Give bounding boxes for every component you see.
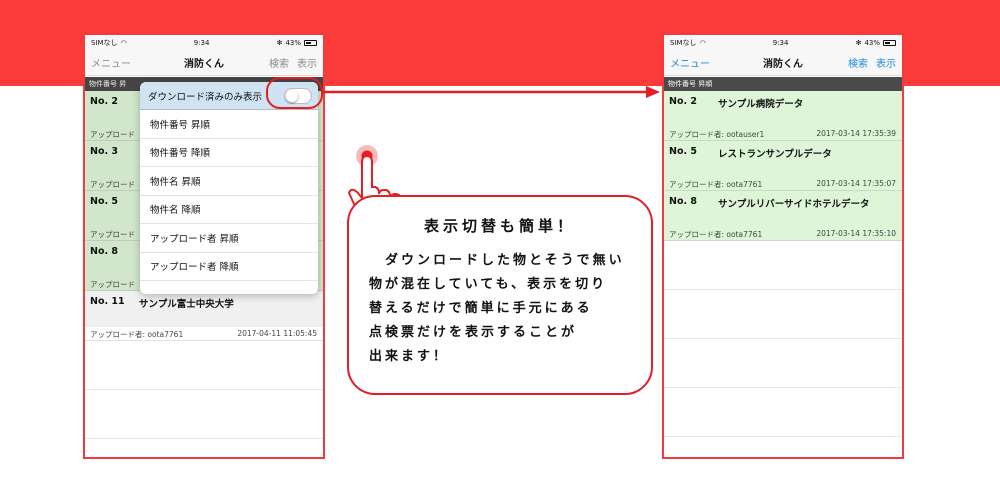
bluetooth-icon: ✻	[276, 38, 283, 47]
row-uploader: アップロード者: oota7761	[669, 180, 763, 189]
empty-row	[85, 341, 323, 390]
property-list: No. 2 サンプル病院データ アップロード者: ootauser1 2017-…	[664, 91, 902, 437]
carrier-label: SIMなし	[91, 38, 118, 47]
toggle-highlight-ring	[266, 77, 323, 109]
table-row[interactable]: No. 8 サンプルリバーサイドホテルデータ アップロード者: oota7761…	[664, 191, 902, 241]
empty-row	[664, 388, 902, 437]
status-bar: SIMなし ◠ 9:34 ✻ 43%	[85, 35, 323, 50]
row-date: 2017-03-14 17:35:10	[816, 229, 896, 238]
row-uploader: アップロード者: oota7761	[90, 330, 184, 339]
callout-line: 点検票だけを表示することが	[369, 325, 578, 340]
display-button[interactable]: 表示	[297, 55, 317, 70]
sort-option[interactable]: 物件番号 昇順	[140, 110, 318, 139]
sort-option[interactable]: 物件番号 降順	[140, 139, 318, 167]
menu-button[interactable]: メニュー	[670, 55, 710, 70]
downloaded-only-label: ダウンロード済みのみ表示	[148, 91, 263, 103]
table-row[interactable]: No. 2 サンプル病院データ アップロード者: ootauser1 2017-…	[664, 91, 902, 141]
row-number: No. 5	[669, 146, 698, 157]
wifi-icon: ◠	[120, 38, 127, 47]
search-button[interactable]: 検索	[848, 55, 868, 70]
display-options-popover: ダウンロード済みのみ表示 物件番号 昇順 物件番号 降順 物件名 昇順 物件名 …	[140, 82, 318, 294]
display-button[interactable]: 表示	[876, 55, 896, 70]
empty-row	[85, 390, 323, 439]
sort-option[interactable]: 物件名 降順	[140, 196, 318, 224]
wifi-icon: ◠	[699, 38, 706, 47]
row-number: No. 8	[669, 196, 698, 207]
battery-label: 43%	[285, 38, 301, 47]
sort-option[interactable]: 物件名 昇順	[140, 167, 318, 196]
callout-line: ダウンロードした物とそうで無い	[369, 253, 625, 268]
search-button[interactable]: 検索	[269, 55, 289, 70]
row-property-name: レストランサンプルデータ	[718, 149, 832, 160]
callout-line: 替えるだけで簡単に手元にある	[369, 301, 593, 316]
callout-body: ダウンロードした物とそうで無い 物が混在していても、表示を切り 替えるだけで簡単…	[369, 249, 649, 369]
menu-button[interactable]: メニュー	[91, 55, 131, 70]
row-date: 2017-03-14 17:35:39	[816, 129, 896, 138]
battery-label: 43%	[864, 38, 880, 47]
arrow-head-icon	[646, 86, 660, 98]
empty-row	[664, 339, 902, 388]
clock-label: 9:34	[193, 38, 210, 47]
clock-label: 9:34	[772, 38, 789, 47]
callout-line: 物が混在していても、表示を切り	[369, 277, 608, 292]
battery-icon	[883, 39, 896, 46]
sort-option[interactable]: アップロード者 昇順	[140, 224, 318, 253]
row-number: No. 2	[669, 96, 698, 107]
row-uploader: アップロード者: oota7761	[669, 230, 763, 239]
battery-icon	[304, 39, 317, 46]
sort-option[interactable]: アップロード者 降順	[140, 253, 318, 281]
callout-line: 出来ます！	[369, 349, 450, 364]
row-property-name: サンプルリバーサイドホテルデータ	[718, 199, 870, 210]
row-property-name: サンプル病院データ	[718, 99, 804, 110]
status-bar: SIMなし ◠ 9:34 ✻ 43%	[664, 35, 902, 50]
row-date: 2017-03-14 17:35:07	[816, 179, 896, 188]
callout-title: 表示切替も簡単！	[423, 217, 576, 235]
carrier-label: SIMなし	[670, 38, 697, 47]
info-callout: 表示切替も簡単！ ダウンロードした物とそうで無い 物が混在していても、表示を切り…	[347, 195, 653, 395]
bluetooth-icon: ✻	[855, 38, 862, 47]
navigation-bar: メニュー 消防くん 検索 表示	[85, 50, 323, 76]
row-date: 2017-04-11 11:05:45	[237, 329, 317, 338]
row-uploader: アップロード者: ootauser1	[669, 130, 765, 139]
empty-row	[664, 241, 902, 290]
phone-screen-right: SIMなし ◠ 9:34 ✻ 43% メニュー 消防くん 検索 表示 物件番号 …	[662, 33, 904, 459]
navigation-bar: メニュー 消防くん 検索 表示	[664, 50, 902, 76]
empty-row	[664, 290, 902, 339]
table-row[interactable]: No. 5 レストランサンプルデータ アップロード者: oota7761 201…	[664, 141, 902, 191]
section-header: 物件番号 昇順	[664, 77, 902, 91]
